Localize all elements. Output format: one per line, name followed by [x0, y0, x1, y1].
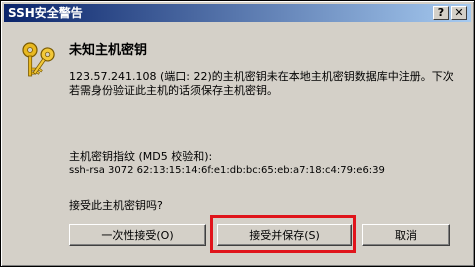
accept-question: 接受此主机密钥吗?	[69, 199, 163, 212]
accept-once-button[interactable]: 一次性接受(O)	[69, 224, 206, 246]
title-bar[interactable]: SSH安全警告 ? ✕	[4, 4, 471, 22]
cancel-button[interactable]: 取消	[362, 224, 450, 246]
help-button[interactable]: ?	[433, 6, 449, 20]
highlight-box	[210, 215, 356, 253]
fingerprint-label: 主机密钥指纹 (MD5 校验和):	[69, 150, 213, 163]
window-title: SSH安全警告	[8, 6, 83, 20]
ssh-warning-dialog: SSH安全警告 ? ✕ 未知主机密钥 123.57.241.108 (端口: 2…	[0, 0, 475, 267]
dialog-heading: 未知主机密钥	[69, 43, 148, 58]
fingerprint-value: ssh-rsa 3072 62:13:15:14:6f:e1:db:bc:65:…	[69, 165, 385, 176]
dialog-message: 123.57.241.108 (端口: 22)的主机密钥未在本地主机密钥数据库中…	[69, 70, 454, 97]
keys-icon	[22, 42, 55, 77]
close-button[interactable]: ✕	[451, 6, 467, 20]
